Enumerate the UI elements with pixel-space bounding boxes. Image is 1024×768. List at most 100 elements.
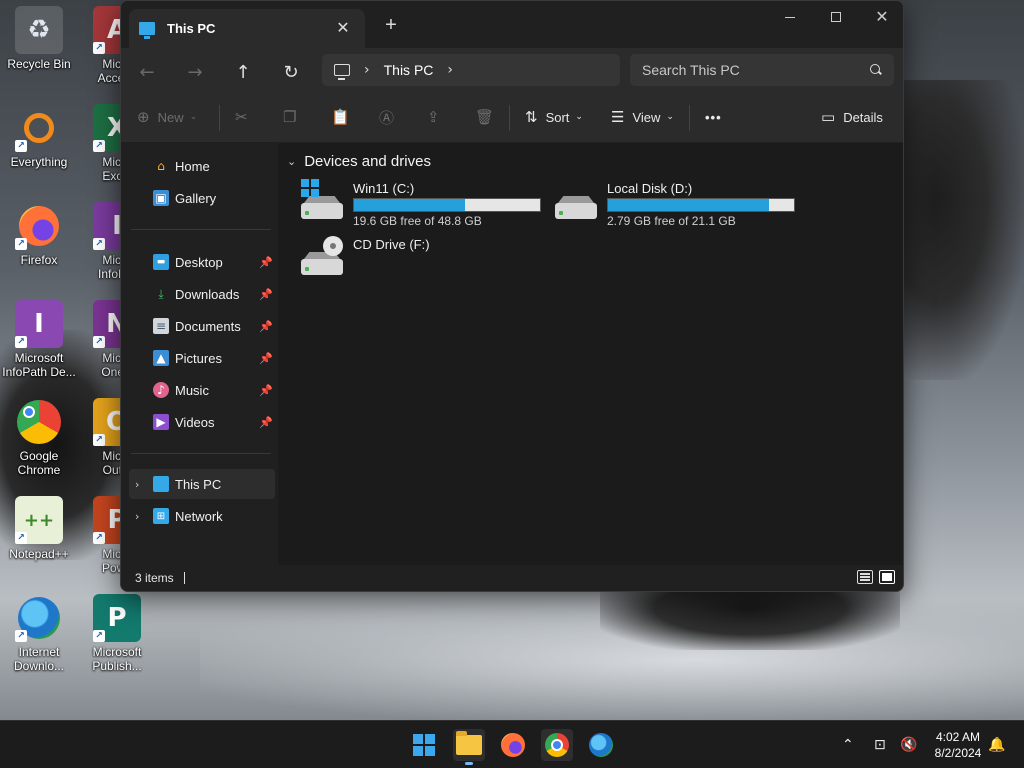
notifications-button[interactable]: 🔔 (988, 721, 1005, 768)
desktop-icon-infopath-designer[interactable]: I ↗ Microsoft InfoPath De... (0, 300, 78, 379)
taskbar-file-explorer[interactable] (453, 729, 485, 765)
close-icon: ✕ (875, 9, 889, 26)
tab-this-pc[interactable]: This PC ✕ (129, 9, 365, 48)
maximize-button[interactable] (813, 1, 859, 33)
pin-icon[interactable]: 📌 (259, 416, 273, 429)
cut-button[interactable]: ✂ (235, 101, 256, 133)
back-button[interactable]: ← (131, 56, 163, 88)
chrome-icon (545, 733, 569, 757)
sidebar-item-label: Documents (175, 318, 241, 334)
desktop-icon-everything[interactable]: ↗ Everything (0, 104, 78, 169)
divider (131, 453, 271, 454)
taskbar-chrome[interactable] (541, 729, 573, 761)
address-bar[interactable]: › This PC › (322, 54, 620, 86)
sidebar-item-label: Network (175, 508, 223, 524)
desktop-icon-notepadpp[interactable]: ++ ↗ Notepad++ (0, 496, 78, 561)
search-input[interactable] (642, 62, 870, 78)
sidebar-item-this-pc[interactable]: › This PC (129, 469, 275, 499)
desktop-icon-chrome[interactable]: Google Chrome (0, 398, 78, 477)
tiles-view-button[interactable] (879, 570, 895, 584)
up-button[interactable]: ↑ (227, 56, 259, 88)
hard-drive-icon (301, 179, 345, 219)
details-button[interactable]: ▭ Details (821, 101, 883, 133)
file-explorer-window: This PC ✕ + ✕ ← → ↑ ↻ › This PC › ⊕ New … (120, 0, 904, 592)
firefox-icon: ↗ (15, 202, 63, 250)
sidebar-item-downloads[interactable]: ⤓ Downloads 📌 (129, 279, 275, 309)
tray-overflow-button[interactable]: ⌃ (842, 721, 854, 768)
section-title: Devices and drives (304, 153, 431, 170)
clock[interactable]: 4:02 AM 8/2/2024 (930, 729, 986, 761)
start-button[interactable] (408, 729, 440, 761)
pin-icon[interactable]: 📌 (259, 384, 273, 397)
paste-button[interactable]: 📋 (331, 101, 358, 133)
taskbar-firefox[interactable] (497, 729, 529, 761)
sidebar-item-gallery[interactable]: ▣ Gallery (129, 183, 275, 213)
breadcrumb-this-pc[interactable]: This PC (384, 62, 434, 78)
volume-button[interactable]: 🔇 (900, 721, 917, 768)
pin-icon[interactable]: 📌 (259, 288, 273, 301)
pin-icon[interactable]: 📌 (259, 320, 273, 333)
trash-icon: 🗑 (475, 108, 495, 126)
notepadpp-icon: ++ ↗ (15, 496, 63, 544)
sort-button[interactable]: ⇅ Sort ⌄ (525, 101, 583, 133)
chevron-down-icon: ⌄ (666, 112, 674, 122)
infopath-designer-icon: I ↗ (15, 300, 63, 348)
copy-button[interactable]: ❐ (283, 101, 304, 133)
drive-usage-fill (354, 199, 466, 211)
share-button[interactable]: ⇪ (427, 101, 448, 133)
rename-button[interactable]: Ⓐ (379, 101, 402, 133)
search-box[interactable] (630, 54, 894, 86)
see-more-button[interactable]: ••• (705, 101, 722, 133)
details-view-button[interactable] (857, 570, 873, 584)
drive-item-f[interactable]: CD Drive (F:) (301, 235, 430, 275)
sidebar-item-videos[interactable]: ▶ Videos 📌 (129, 407, 275, 437)
desktop-icon-firefox[interactable]: ↗ Firefox (0, 202, 78, 267)
sidebar-item-label: Videos (175, 414, 215, 430)
hard-drive-icon (555, 179, 599, 219)
forward-button[interactable]: → (179, 56, 211, 88)
desktop-icon-idm[interactable]: ↗ Internet Downlo... (0, 594, 78, 673)
sort-label: Sort (545, 109, 570, 125)
new-tab-button[interactable]: + (383, 14, 399, 37)
close-button[interactable]: ✕ (859, 1, 903, 33)
desktop-icon: ▬ (153, 254, 169, 270)
chevron-right-icon[interactable]: › (135, 478, 139, 491)
tab-close-button[interactable]: ✕ (335, 18, 351, 38)
drive-item-d[interactable]: Local Disk (D:) 2.79 GB free of 21.1 GB (555, 179, 795, 228)
copy-icon: ❐ (283, 108, 297, 126)
taskbar-idm[interactable] (585, 729, 617, 761)
pin-icon[interactable]: 📌 (259, 256, 273, 269)
sidebar-item-desktop[interactable]: ▬ Desktop 📌 (129, 247, 275, 277)
chevron-right-icon[interactable]: › (364, 62, 370, 78)
cd-drive-icon (301, 235, 345, 275)
delete-button[interactable]: 🗑 (475, 101, 502, 133)
taskbar: ⌃ ⊡ 🔇 4:02 AM 8/2/2024 🔔 (0, 720, 1024, 768)
new-button[interactable]: ⊕ New ⌄ (137, 101, 197, 133)
drive-usage-bar (353, 198, 541, 212)
drive-usage-bar (607, 198, 795, 212)
pin-icon[interactable]: 📌 (259, 352, 273, 365)
section-devices-and-drives[interactable]: ⌄ Devices and drives (287, 153, 431, 170)
running-indicator (465, 762, 473, 765)
share-icon: ⇪ (427, 108, 440, 126)
sidebar-item-pictures[interactable]: ▲ Pictures 📌 (129, 343, 275, 373)
pc-icon (334, 64, 350, 80)
content-pane[interactable]: ⌄ Devices and drives Win11 (C:) 19.6 GB … (279, 143, 903, 565)
chevron-right-icon[interactable]: › (447, 62, 453, 78)
chevron-right-icon[interactable]: › (135, 510, 139, 523)
drive-item-c[interactable]: Win11 (C:) 19.6 GB free of 48.8 GB (301, 179, 541, 228)
navigation-pane[interactable]: ⌂ Home ▣ Gallery ▬ Desktop 📌 ⤓ Downloads… (121, 143, 279, 565)
network-status-button[interactable]: ⊡ (874, 721, 886, 768)
minimize-button[interactable] (767, 1, 813, 33)
address-toolbar: ← → ↑ ↻ › This PC › (121, 48, 903, 91)
search-icon[interactable] (870, 64, 882, 76)
sidebar-item-network[interactable]: › ⊞ Network (129, 501, 275, 531)
view-button[interactable]: ☰ View ⌄ (611, 101, 674, 133)
desktop-icon-publisher[interactable]: P ↗ Microsoft Publish... (78, 594, 156, 673)
sidebar-item-home[interactable]: ⌂ Home (129, 151, 275, 181)
sidebar-item-label: Home (175, 158, 210, 174)
refresh-button[interactable]: ↻ (275, 56, 307, 88)
sidebar-item-music[interactable]: ♪ Music 📌 (129, 375, 275, 405)
sidebar-item-documents[interactable]: ≡ Documents 📌 (129, 311, 275, 341)
desktop-icon-recycle-bin[interactable]: ♻ Recycle Bin (0, 6, 78, 71)
